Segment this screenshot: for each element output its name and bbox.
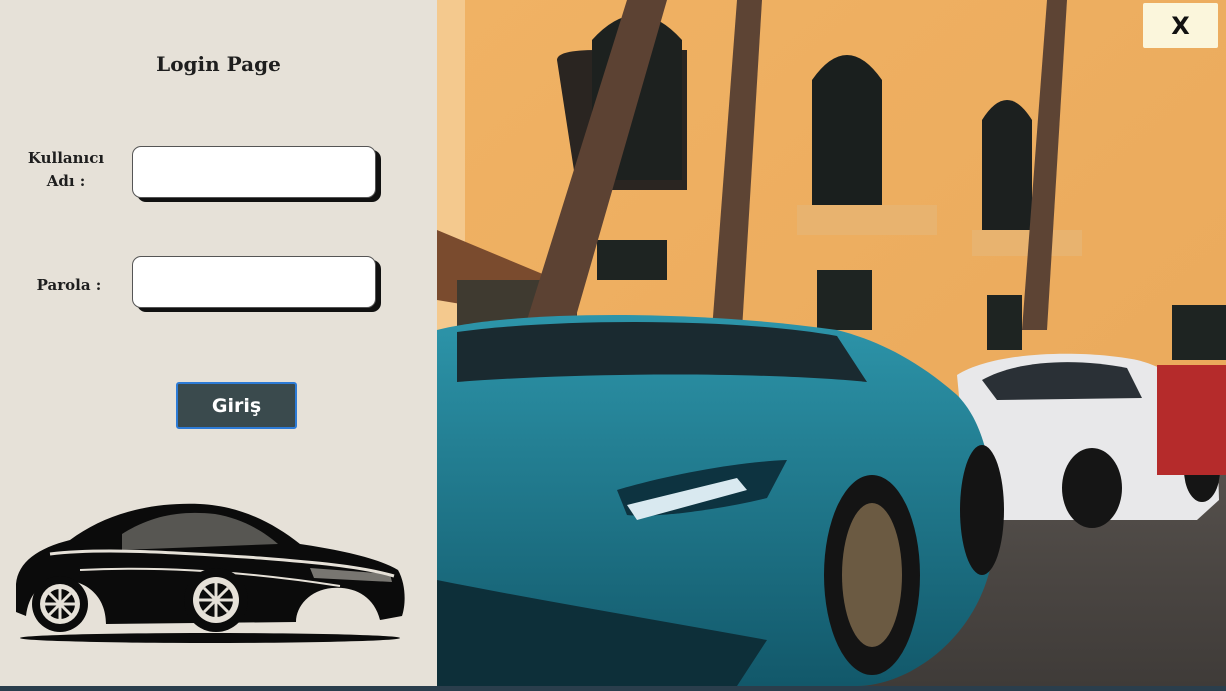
page-title: Login Page	[156, 52, 281, 76]
login-button[interactable]: Giriş	[176, 382, 297, 429]
taskbar-edge	[0, 686, 1226, 691]
username-field[interactable]	[133, 147, 375, 197]
close-button[interactable]: X	[1143, 3, 1218, 48]
password-label: Parola :	[36, 276, 102, 294]
password-field[interactable]	[133, 257, 375, 307]
username-label: Kullanıcı Adı :	[27, 149, 105, 190]
car-silhouette-icon	[16, 503, 405, 643]
username-field-box	[132, 146, 376, 198]
login-panel: Login Page Kullanıcı Adı : Parola : Giri…	[0, 0, 437, 686]
sports-cars-photo	[437, 0, 1226, 686]
password-field-box	[132, 256, 376, 308]
